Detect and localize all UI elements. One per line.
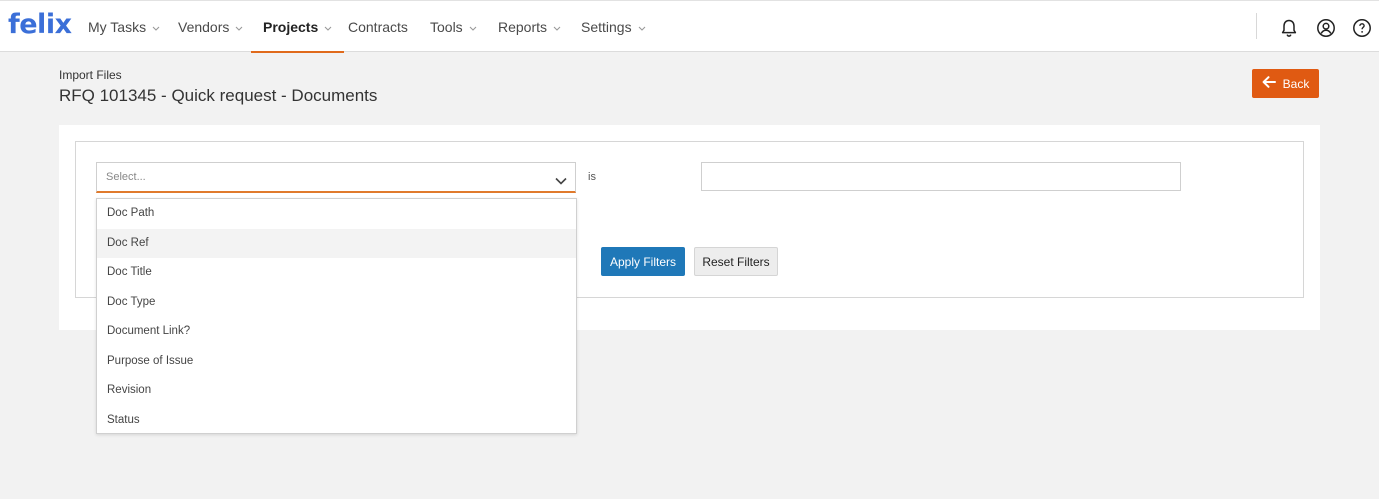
filter-field-dropdown: Doc Path Doc Ref Doc Title Doc Type Docu… <box>96 198 577 434</box>
nav-item-label: Projects <box>263 19 319 35</box>
chevron-down-icon <box>235 0 243 52</box>
nav-my-tasks[interactable]: My Tasks <box>88 1 160 52</box>
dropdown-option-doc-path[interactable]: Doc Path <box>97 199 576 229</box>
nav-item-label: Tools <box>430 19 463 35</box>
dropdown-option-status[interactable]: Status <box>97 406 576 436</box>
nav-settings[interactable]: Settings <box>581 1 646 52</box>
filter-value-input[interactable] <box>701 162 1181 191</box>
chevron-down-icon <box>553 0 561 52</box>
nav-tools[interactable]: Tools <box>430 1 477 52</box>
back-button[interactable]: Back <box>1252 69 1319 98</box>
apply-filters-button[interactable]: Apply Filters <box>601 247 685 276</box>
bell-icon[interactable] <box>1279 18 1299 38</box>
chevron-down-icon <box>469 0 477 52</box>
dropdown-option-revision[interactable]: Revision <box>97 376 576 406</box>
chevron-down-icon <box>324 0 332 52</box>
user-circle-icon[interactable] <box>1316 18 1336 38</box>
nav-contracts[interactable]: Contracts <box>348 1 408 52</box>
chevron-down-icon <box>152 0 160 52</box>
dropdown-option-doc-ref[interactable]: Doc Ref <box>97 228 576 258</box>
top-navigation: felix My Tasks Vendors Projects Contract… <box>0 0 1379 53</box>
page-title: RFQ 101345 - Quick request - Documents <box>59 86 378 105</box>
breadcrumb: Import Files <box>59 68 122 82</box>
dropdown-option-document-link[interactable]: Document Link? <box>97 317 576 347</box>
chevron-down-icon <box>638 0 646 52</box>
felix-logo[interactable]: felix <box>8 9 72 40</box>
back-button-label: Back <box>1282 76 1310 91</box>
nav-projects[interactable]: Projects <box>250 0 345 53</box>
dropdown-option-doc-type[interactable]: Doc Type <box>97 288 576 318</box>
nav-vendors[interactable]: Vendors <box>178 1 243 52</box>
arrow-left-icon <box>1262 76 1276 91</box>
chevron-down-icon <box>555 172 567 190</box>
filter-field-select[interactable]: Select... <box>96 162 576 193</box>
dropdown-option-doc-title[interactable]: Doc Title <box>97 258 576 288</box>
nav-reports[interactable]: Reports <box>498 1 561 52</box>
reset-filters-button[interactable]: Reset Filters <box>694 247 778 276</box>
nav-item-label: Vendors <box>178 19 230 35</box>
nav-item-label: Reports <box>498 19 548 35</box>
nav-item-label: Contracts <box>348 19 408 35</box>
nav-item-label: My Tasks <box>88 19 147 35</box>
select-placeholder: Select... <box>106 171 146 183</box>
filter-operator-label: is <box>588 171 596 183</box>
nav-divider <box>1256 13 1257 39</box>
nav-item-label: Settings <box>581 19 632 35</box>
dropdown-option-purpose-of-issue[interactable]: Purpose of Issue <box>97 347 576 377</box>
help-icon[interactable] <box>1352 18 1372 38</box>
